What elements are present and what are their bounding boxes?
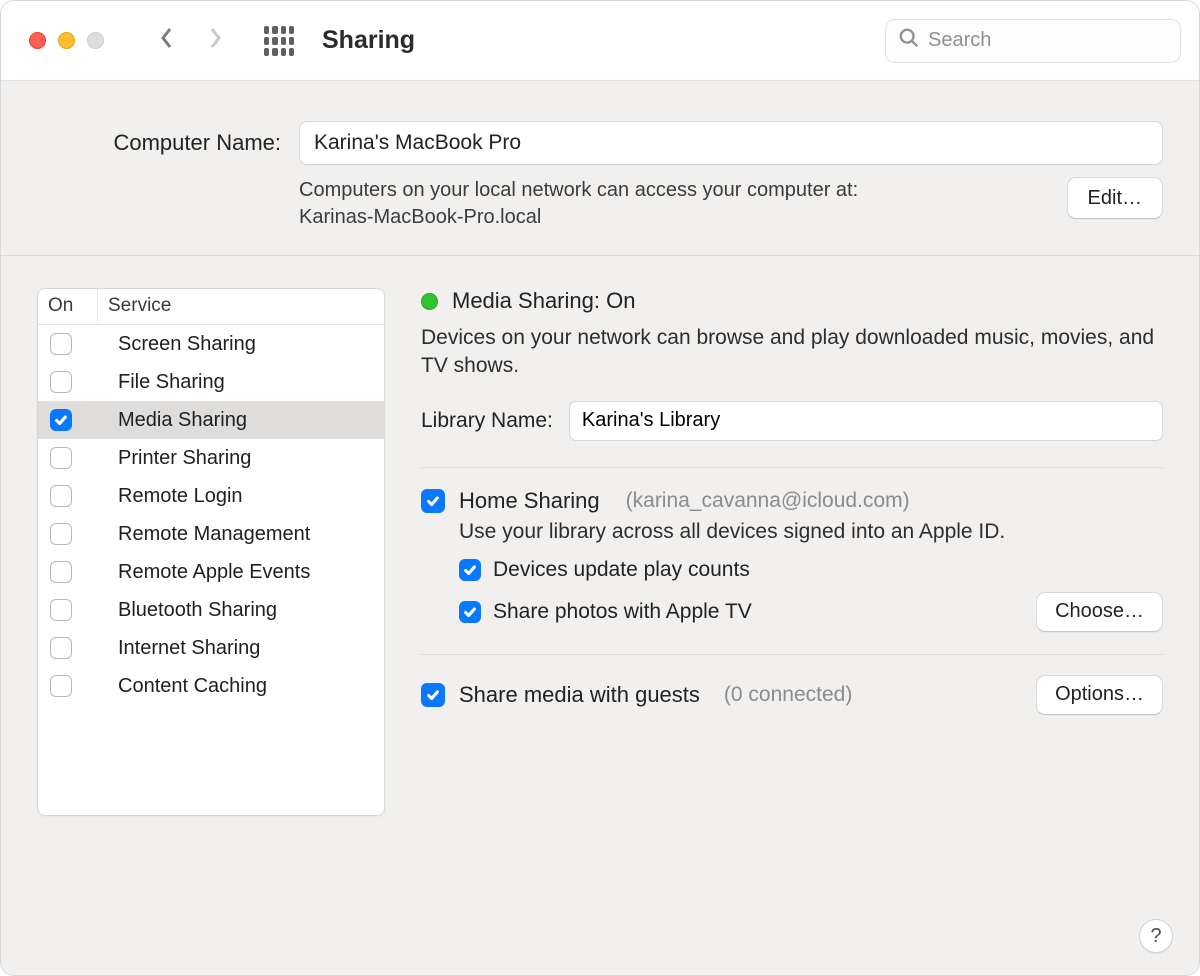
service-row[interactable]: File Sharing: [38, 363, 384, 401]
service-label: Bluetooth Sharing: [118, 599, 277, 622]
service-row[interactable]: Remote Login: [38, 477, 384, 515]
services-header-on: On: [38, 289, 98, 324]
help-button[interactable]: ?: [1139, 919, 1173, 953]
service-status-description: Devices on your network can browse and p…: [421, 324, 1163, 381]
nav-back-button[interactable]: [150, 24, 184, 58]
service-row[interactable]: Content Caching: [38, 667, 384, 705]
service-status-text: Media Sharing: On: [452, 288, 635, 314]
preferences-window: Sharing Computer Name: Computers on your…: [0, 0, 1200, 976]
service-detail-pane: Media Sharing: On Devices on your networ…: [385, 256, 1199, 816]
guests-connected-count: (0 connected): [724, 683, 852, 707]
choose-photos-button[interactable]: Choose…: [1036, 592, 1163, 632]
guest-sharing-section: Share media with guests (0 connected) Op…: [421, 655, 1163, 737]
service-row[interactable]: Screen Sharing: [38, 325, 384, 363]
minimize-window-button[interactable]: [58, 32, 75, 49]
service-checkbox[interactable]: [50, 371, 72, 393]
guest-options-button[interactable]: Options…: [1036, 675, 1163, 715]
computer-name-field[interactable]: [299, 121, 1163, 165]
library-name-label: Library Name:: [421, 409, 553, 433]
share-photos-checkbox[interactable]: [459, 601, 481, 623]
service-checkbox[interactable]: [50, 333, 72, 355]
service-label: Remote Management: [118, 523, 310, 546]
computer-name-description: Computers on your local network can acce…: [299, 177, 1047, 231]
chevron-left-icon: [158, 26, 176, 56]
services-header-svc: Service: [98, 289, 384, 324]
services-table: On Service Screen Sharing File Sharing Med…: [37, 288, 385, 816]
service-checkbox[interactable]: [50, 447, 72, 469]
all-preferences-grid-icon[interactable]: [264, 26, 294, 56]
service-label: File Sharing: [118, 371, 225, 394]
service-checkbox[interactable]: [50, 675, 72, 697]
search-icon: [898, 27, 920, 55]
status-indicator-icon: [421, 293, 438, 310]
service-checkbox[interactable]: [50, 599, 72, 621]
service-checkbox[interactable]: [50, 485, 72, 507]
service-row[interactable]: Remote Management: [38, 515, 384, 553]
computer-name-section: Computer Name: Computers on your local n…: [1, 81, 1199, 255]
share-with-guests-label: Share media with guests: [459, 682, 700, 708]
home-sharing-account: (karina_cavanna@icloud.com): [626, 489, 910, 513]
update-play-counts-checkbox[interactable]: [459, 559, 481, 581]
service-label: Remote Login: [118, 485, 243, 508]
home-sharing-description: Use your library across all devices sign…: [459, 520, 1163, 544]
service-row[interactable]: Bluetooth Sharing: [38, 591, 384, 629]
home-sharing-section: Home Sharing (karina_cavanna@icloud.com)…: [421, 468, 1163, 654]
update-play-counts-label: Devices update play counts: [493, 558, 750, 582]
home-sharing-label: Home Sharing: [459, 488, 600, 514]
service-label: Printer Sharing: [118, 447, 251, 470]
search-input[interactable]: [928, 29, 1168, 52]
chevron-right-icon: [206, 26, 224, 56]
service-row[interactable]: Remote Apple Events: [38, 553, 384, 591]
toolbar: Sharing: [1, 1, 1199, 81]
service-checkbox[interactable]: [50, 637, 72, 659]
nav-forward-button[interactable]: [198, 24, 232, 58]
library-name-field[interactable]: [569, 401, 1163, 441]
share-with-guests-checkbox[interactable]: [421, 683, 445, 707]
computer-name-label: Computer Name:: [37, 130, 281, 156]
share-photos-label: Share photos with Apple TV: [493, 600, 752, 624]
content-area: Computer Name: Computers on your local n…: [1, 81, 1199, 975]
search-field[interactable]: [885, 19, 1181, 63]
zoom-window-button[interactable]: [87, 32, 104, 49]
service-label: Media Sharing: [118, 409, 247, 432]
service-row[interactable]: Internet Sharing: [38, 629, 384, 667]
service-row[interactable]: Printer Sharing: [38, 439, 384, 477]
service-label: Screen Sharing: [118, 333, 256, 356]
service-label: Internet Sharing: [118, 637, 260, 660]
pane-title: Sharing: [322, 26, 415, 55]
close-window-button[interactable]: [29, 32, 46, 49]
service-checkbox[interactable]: [50, 409, 72, 431]
service-label: Content Caching: [118, 675, 267, 698]
edit-hostname-button[interactable]: Edit…: [1067, 177, 1163, 219]
home-sharing-checkbox[interactable]: [421, 489, 445, 513]
service-checkbox[interactable]: [50, 523, 72, 545]
service-label: Remote Apple Events: [118, 561, 310, 584]
service-row[interactable]: Media Sharing: [38, 401, 384, 439]
service-checkbox[interactable]: [50, 561, 72, 583]
window-controls: [29, 32, 104, 49]
services-header: On Service: [38, 289, 384, 325]
